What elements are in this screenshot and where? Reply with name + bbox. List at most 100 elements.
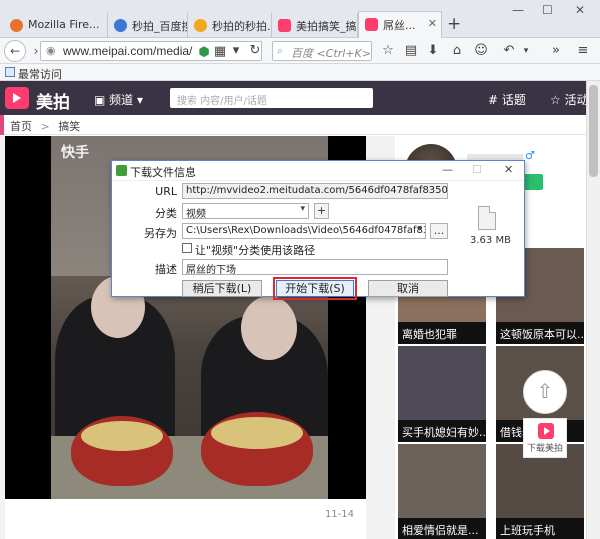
bookmark-folder-icon	[5, 67, 15, 77]
scroll-top-button[interactable]: ⇧	[523, 370, 567, 414]
related-video[interactable]: 上班玩手机	[496, 444, 584, 539]
file-size: 3.63 MB	[470, 235, 511, 246]
tab-label: Mozilla Fire...	[28, 18, 100, 31]
related-thumbnail	[398, 444, 486, 518]
category-select[interactable]: 视频 ▾	[182, 203, 309, 219]
close-icon[interactable]: ✕	[428, 17, 437, 30]
tab-label: 秒拍_百度搜索	[132, 20, 187, 33]
breadcrumb: 首页 > 搞笑	[0, 115, 586, 135]
miaopai-icon	[194, 19, 207, 32]
start-download-button[interactable]: 开始下载(S)	[273, 277, 357, 300]
site-search-input[interactable]: 搜索 内容/用户/话题	[170, 88, 373, 108]
download-dialog: 下载文件信息 — ☐ ✕ URL http://mvvideo2.meituda…	[111, 160, 525, 300]
home-icon[interactable]: ⌂	[449, 43, 465, 58]
tab-label: 屌丝...	[383, 19, 416, 32]
globe-icon: ◉	[46, 45, 56, 57]
navigation-bar: ← › ◉ www.meipai.com/media/ ⬢ ▦ ▾ ↻ ⌕ 百度…	[0, 38, 600, 64]
tab-firefox[interactable]: Mozilla Fire...	[4, 13, 108, 38]
chevron-down-icon[interactable]: ▾	[518, 46, 534, 56]
tab-label: 美拍搞笑_搞...	[296, 20, 357, 33]
menu-icon[interactable]: ≡	[575, 43, 591, 58]
undo-icon[interactable]: ↶	[501, 43, 517, 58]
dialog-titlebar[interactable]: 下载文件信息 — ☐ ✕	[112, 161, 524, 181]
firefox-icon	[10, 19, 23, 32]
shield-icon[interactable]: ⬢	[196, 45, 212, 60]
use-path-checkbox[interactable]	[182, 243, 192, 253]
tab-baidu[interactable]: 秒拍_百度搜索	[108, 13, 188, 38]
related-caption: 离婚也犯罪	[398, 322, 486, 344]
scrollbar-thumb[interactable]	[589, 85, 598, 177]
search-input[interactable]: ⌕ 百度 <Ctrl+K>	[272, 41, 372, 61]
clipboard-icon[interactable]: ▤	[403, 43, 419, 58]
channel-menu[interactable]: ▣ 频道 ▾	[94, 91, 143, 108]
site-logo-text[interactable]: 美拍	[36, 88, 70, 113]
url-label: URL	[155, 185, 177, 198]
tab-miaopai[interactable]: 秒拍的秒拍...	[188, 13, 272, 38]
dialog-close-icon[interactable]: ✕	[504, 163, 513, 176]
qr-icon[interactable]: ▦	[212, 44, 228, 59]
related-video[interactable]: 相爱情侣就是...	[398, 444, 486, 539]
related-thumbnail	[398, 346, 486, 420]
minimize-icon[interactable]: —	[512, 3, 524, 17]
video-info: 11-14	[5, 499, 366, 539]
related-video[interactable]: 买手机媳妇有妙...	[398, 346, 486, 442]
bookmark-most-visited[interactable]: 最常访问	[18, 68, 62, 81]
chevron-down-icon: ▾	[300, 204, 305, 214]
back-button[interactable]: ←	[4, 40, 26, 62]
chevron-down-icon: ▾	[417, 224, 422, 234]
tab-active[interactable]: 屌丝... ✕	[358, 11, 442, 39]
window-close-icon[interactable]: ✕	[575, 3, 585, 17]
nav-topic[interactable]: # 话题	[488, 91, 526, 108]
cancel-button[interactable]: 取消	[368, 280, 448, 297]
tv-icon: ▣	[94, 93, 110, 107]
dropdown-icon[interactable]: ▾	[228, 43, 244, 58]
description-label: 描述	[155, 263, 177, 276]
dialog-title: 下载文件信息	[130, 166, 196, 179]
video-date: 11-14	[324, 509, 354, 520]
channel-label: 频道 ▾	[109, 93, 143, 107]
add-category-button[interactable]: +	[314, 203, 329, 219]
url-field[interactable]: http://mvvideo2.meitudata.com/5646df0478…	[182, 183, 448, 199]
file-icon	[478, 206, 496, 230]
new-tab-button[interactable]: +	[447, 14, 461, 34]
url-text: www.meipai.com/media/	[63, 44, 193, 58]
breadcrumb-accent	[0, 115, 4, 135]
meipai-icon	[278, 19, 291, 32]
emoji-icon[interactable]: ☺	[473, 43, 489, 58]
search-placeholder: 百度 <Ctrl+K>	[291, 47, 371, 60]
download-icon[interactable]: ⬇	[425, 43, 441, 58]
tab-meipai-funny[interactable]: 美拍搞笑_搞...	[272, 13, 358, 38]
video-face-right	[241, 296, 297, 360]
maximize-icon[interactable]: ☐	[542, 3, 553, 17]
breadcrumb-home[interactable]: 首页	[10, 120, 32, 133]
download-later-button[interactable]: 稍后下载(L)	[182, 280, 262, 297]
category-label: 分类	[155, 207, 177, 220]
video-watermark: 快手	[61, 145, 89, 161]
bookmark-bar: 最常访问	[0, 64, 600, 81]
breadcrumb-separator-icon: >	[40, 120, 50, 133]
maximize-icon: ☐	[472, 163, 482, 176]
nav-activity[interactable]: ☆ 活动	[550, 91, 589, 108]
related-caption: 相爱情侣就是...	[398, 518, 486, 539]
related-caption: 上班玩手机	[496, 518, 584, 539]
arrow-up-icon: ⇧	[536, 379, 554, 403]
video-noodles-right	[211, 417, 303, 449]
download-app-label: 下载美拍	[526, 444, 563, 454]
page-scrollbar[interactable]	[586, 81, 600, 539]
overflow-icon[interactable]: »	[548, 43, 564, 58]
breadcrumb-current[interactable]: 搞笑	[58, 120, 80, 133]
star-icon[interactable]: ☆	[380, 43, 396, 58]
gender-icon: ♂	[525, 149, 535, 162]
baidu-icon	[114, 19, 127, 32]
minimize-icon[interactable]: —	[442, 163, 453, 176]
reload-icon[interactable]: ↻	[247, 43, 263, 58]
browse-button[interactable]: ...	[430, 223, 448, 239]
meipai-app-icon	[538, 423, 554, 439]
saveas-select[interactable]: C:\Users\Rex\Downloads\Video\5646df0478f…	[182, 223, 426, 239]
saveas-label: 另存为	[144, 227, 177, 240]
download-app-button[interactable]: 下载美拍	[523, 418, 567, 458]
tab-label: 秒拍的秒拍...	[212, 20, 272, 33]
download-manager-icon	[116, 165, 127, 176]
description-field[interactable]: 屌丝的下场	[182, 259, 448, 275]
meipai-logo-icon[interactable]	[5, 87, 29, 109]
